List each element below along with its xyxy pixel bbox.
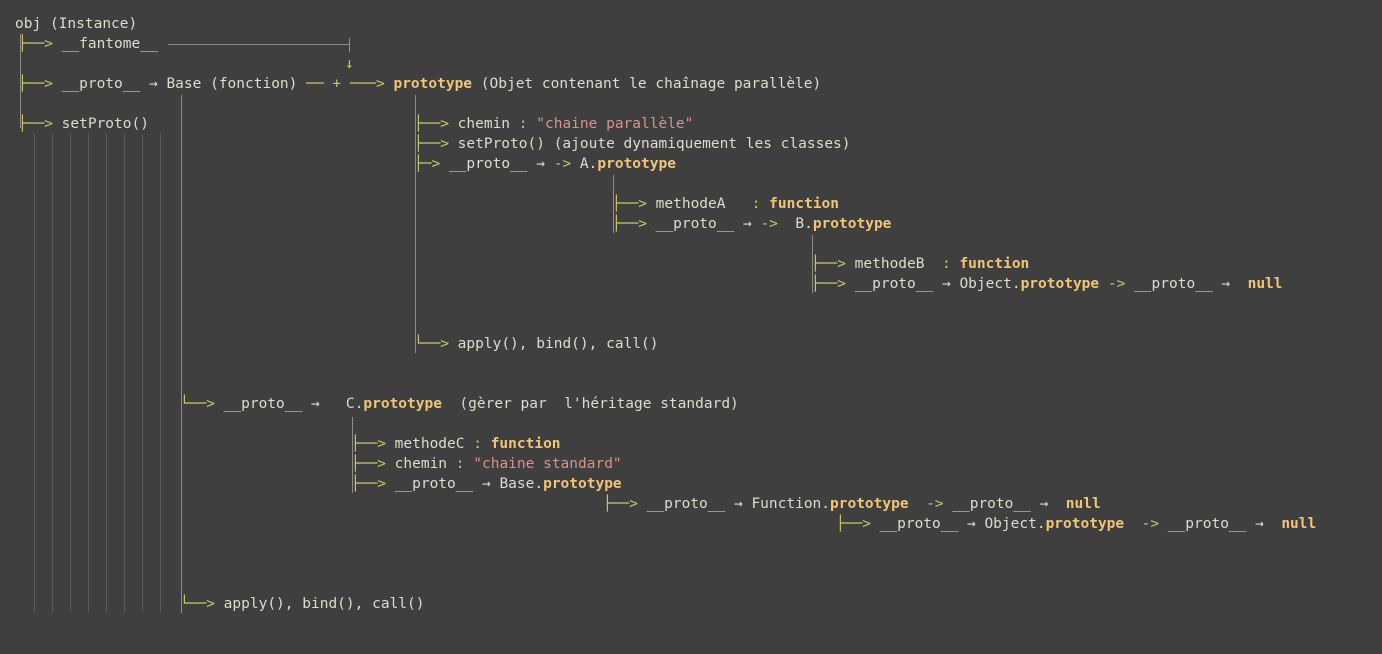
chemin-standard-row: ├──> chemin : "chaine standard" (351, 456, 622, 472)
proto-function-row: ├──> __proto__ → Function.prototype -> _… (603, 496, 1101, 512)
guide-line (70, 134, 71, 612)
fantome-label: __fantome__ (61, 36, 158, 52)
down-arrow: ↓ (345, 56, 354, 72)
chemin-row: ├──> chemin : "chaine parallèle" (414, 116, 694, 132)
methodeC-row: ├──> methodeC : function (351, 436, 561, 452)
proto-c-row: └──> __proto__ → C.prototype (gèrer par … (180, 396, 739, 412)
proto-a-row: ├─> __proto__ → -> A.prototype (414, 156, 676, 172)
guide-line (88, 134, 89, 612)
guide-line (34, 134, 35, 612)
apply-bind-call-prototype: └──> apply(), bind(), call() (414, 336, 659, 352)
setproto-row: ├──> setProto() (18, 116, 149, 132)
fantome-row: ├──> __fantome__ (18, 36, 158, 52)
proto-b-row: ├──> __proto__ → -> B.prototype (612, 216, 892, 232)
guide-line (52, 134, 53, 612)
root-node: obj (Instance) (15, 16, 138, 32)
proto-row: ├──> __proto__ → Base (fonction) ── + ──… (18, 76, 822, 92)
guide-line (160, 134, 161, 612)
guide-line (142, 134, 143, 612)
proto-object-row-2: ├──> __proto__ → Object.prototype -> __p… (836, 516, 1317, 532)
proto-object-row: ├──> __proto__ → Object.prototype -> __p… (811, 276, 1283, 292)
tree-line-fantome-drop (349, 38, 350, 52)
guide-line (124, 134, 125, 612)
proto-base-row: ├──> __proto__ → Base.prototype (351, 476, 622, 492)
methodeA-row: ├──> methodeA : function (612, 196, 840, 212)
methodeB-row: ├──> methodeB : function (811, 256, 1030, 272)
tree-line-base (181, 95, 182, 613)
apply-bind-call-base: └──> apply(), bind(), call() (180, 596, 425, 612)
setproto-dyn-row: ├──> setProto() (ajoute dynamiquement le… (414, 136, 851, 152)
guide-line (106, 134, 107, 612)
tree-line-fantome (168, 44, 349, 45)
